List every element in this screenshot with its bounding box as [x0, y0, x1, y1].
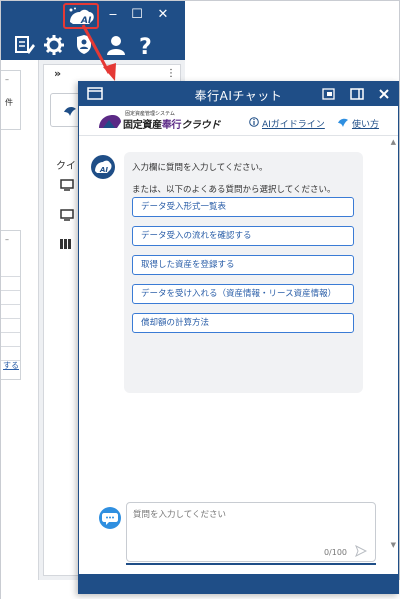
info-icon	[249, 117, 259, 127]
faq-button-import-data[interactable]: データを受け入れる（資産情報・リース資産情報）	[132, 284, 354, 304]
background-left-panel: – 件 – する	[1, 60, 39, 580]
input-focus-underline	[126, 563, 376, 565]
left-panel-card: – 件	[1, 70, 21, 130]
left-panel-link[interactable]: する	[3, 360, 19, 371]
left-panel-table: –	[1, 230, 21, 380]
maximize-button[interactable]: ☐	[127, 5, 147, 25]
send-icon[interactable]	[355, 545, 367, 557]
faq-button-data-import-flow[interactable]: データ受入の流れを確認する	[132, 226, 354, 246]
ai-guideline-link[interactable]: AIガイドライン	[262, 117, 325, 130]
bot-avatar: AI	[91, 155, 115, 179]
pointer-arrow-icon	[81, 24, 116, 81]
expand-button[interactable]: »	[54, 67, 61, 80]
chat-footer-bar	[79, 574, 398, 593]
bird-help-icon	[338, 118, 348, 127]
more-menu-icon[interactable]: ⋮	[166, 68, 176, 79]
question-input[interactable]	[133, 508, 369, 538]
help-icon[interactable]: ?	[133, 32, 159, 58]
bot-message-bubble: 入力欄に質問を入力してください。 または、以下のよくある質問から選択してください…	[124, 152, 363, 393]
chat-title-bar: 奉行AIチャット	[79, 82, 398, 106]
svg-text:AI: AI	[99, 166, 108, 174]
brand-bar: 固定資産管理システム 固定資産奉行クラウド AIガイドライン 使い方	[79, 106, 398, 136]
brand-mark-icon	[99, 115, 121, 128]
edit-document-icon[interactable]	[11, 32, 37, 58]
gear-icon[interactable]	[41, 32, 67, 58]
scroll-up-icon[interactable]: ▲	[391, 138, 396, 146]
dock-panel-icon[interactable]	[349, 86, 365, 102]
ai-chat-window: 奉行AIチャット 固定資産管理システム 固定資産奉行クラウド AIガイドライン	[78, 81, 399, 594]
close-icon[interactable]	[376, 86, 392, 102]
minimize-button[interactable]: ‒	[103, 5, 123, 25]
chat-input-icon	[99, 507, 121, 529]
left-panel-text: 件	[5, 98, 13, 107]
monitor-icon	[60, 179, 74, 191]
chat-message-area[interactable]: ▲ AI 入力欄に質問を入力してください。 または、以下のよくある質問から選択し…	[79, 137, 398, 551]
brand-name: 固定資産奉行クラウド	[123, 120, 221, 131]
how-to-use-link[interactable]: 使い方	[352, 117, 379, 130]
monitor-icon	[60, 209, 74, 221]
bird-icon	[64, 107, 76, 116]
faq-button-data-format-list[interactable]: データ受入形式一覧表	[132, 197, 354, 217]
faq-button-depreciation-method[interactable]: 償却額の計算方法	[132, 313, 354, 333]
close-button[interactable]: ✕	[153, 5, 173, 25]
character-counter: 0/100	[323, 548, 347, 557]
bot-message-line-2: または、以下のよくある質問から選択してください。	[132, 185, 336, 195]
quick-section-label: クイ	[56, 161, 76, 172]
svg-text:?: ?	[139, 35, 152, 58]
speech-bubble-icon	[102, 513, 118, 525]
scroll-down-icon[interactable]: ▼	[391, 541, 396, 549]
faq-button-register-asset[interactable]: 取得した資産を登録する	[132, 255, 354, 275]
books-icon	[60, 239, 71, 249]
question-input-box[interactable]: 0/100	[126, 502, 376, 562]
bot-message-line-1: 入力欄に質問を入力してください。	[132, 163, 268, 173]
popout-icon[interactable]	[321, 86, 337, 102]
ai-bot-icon: AI	[95, 160, 112, 174]
